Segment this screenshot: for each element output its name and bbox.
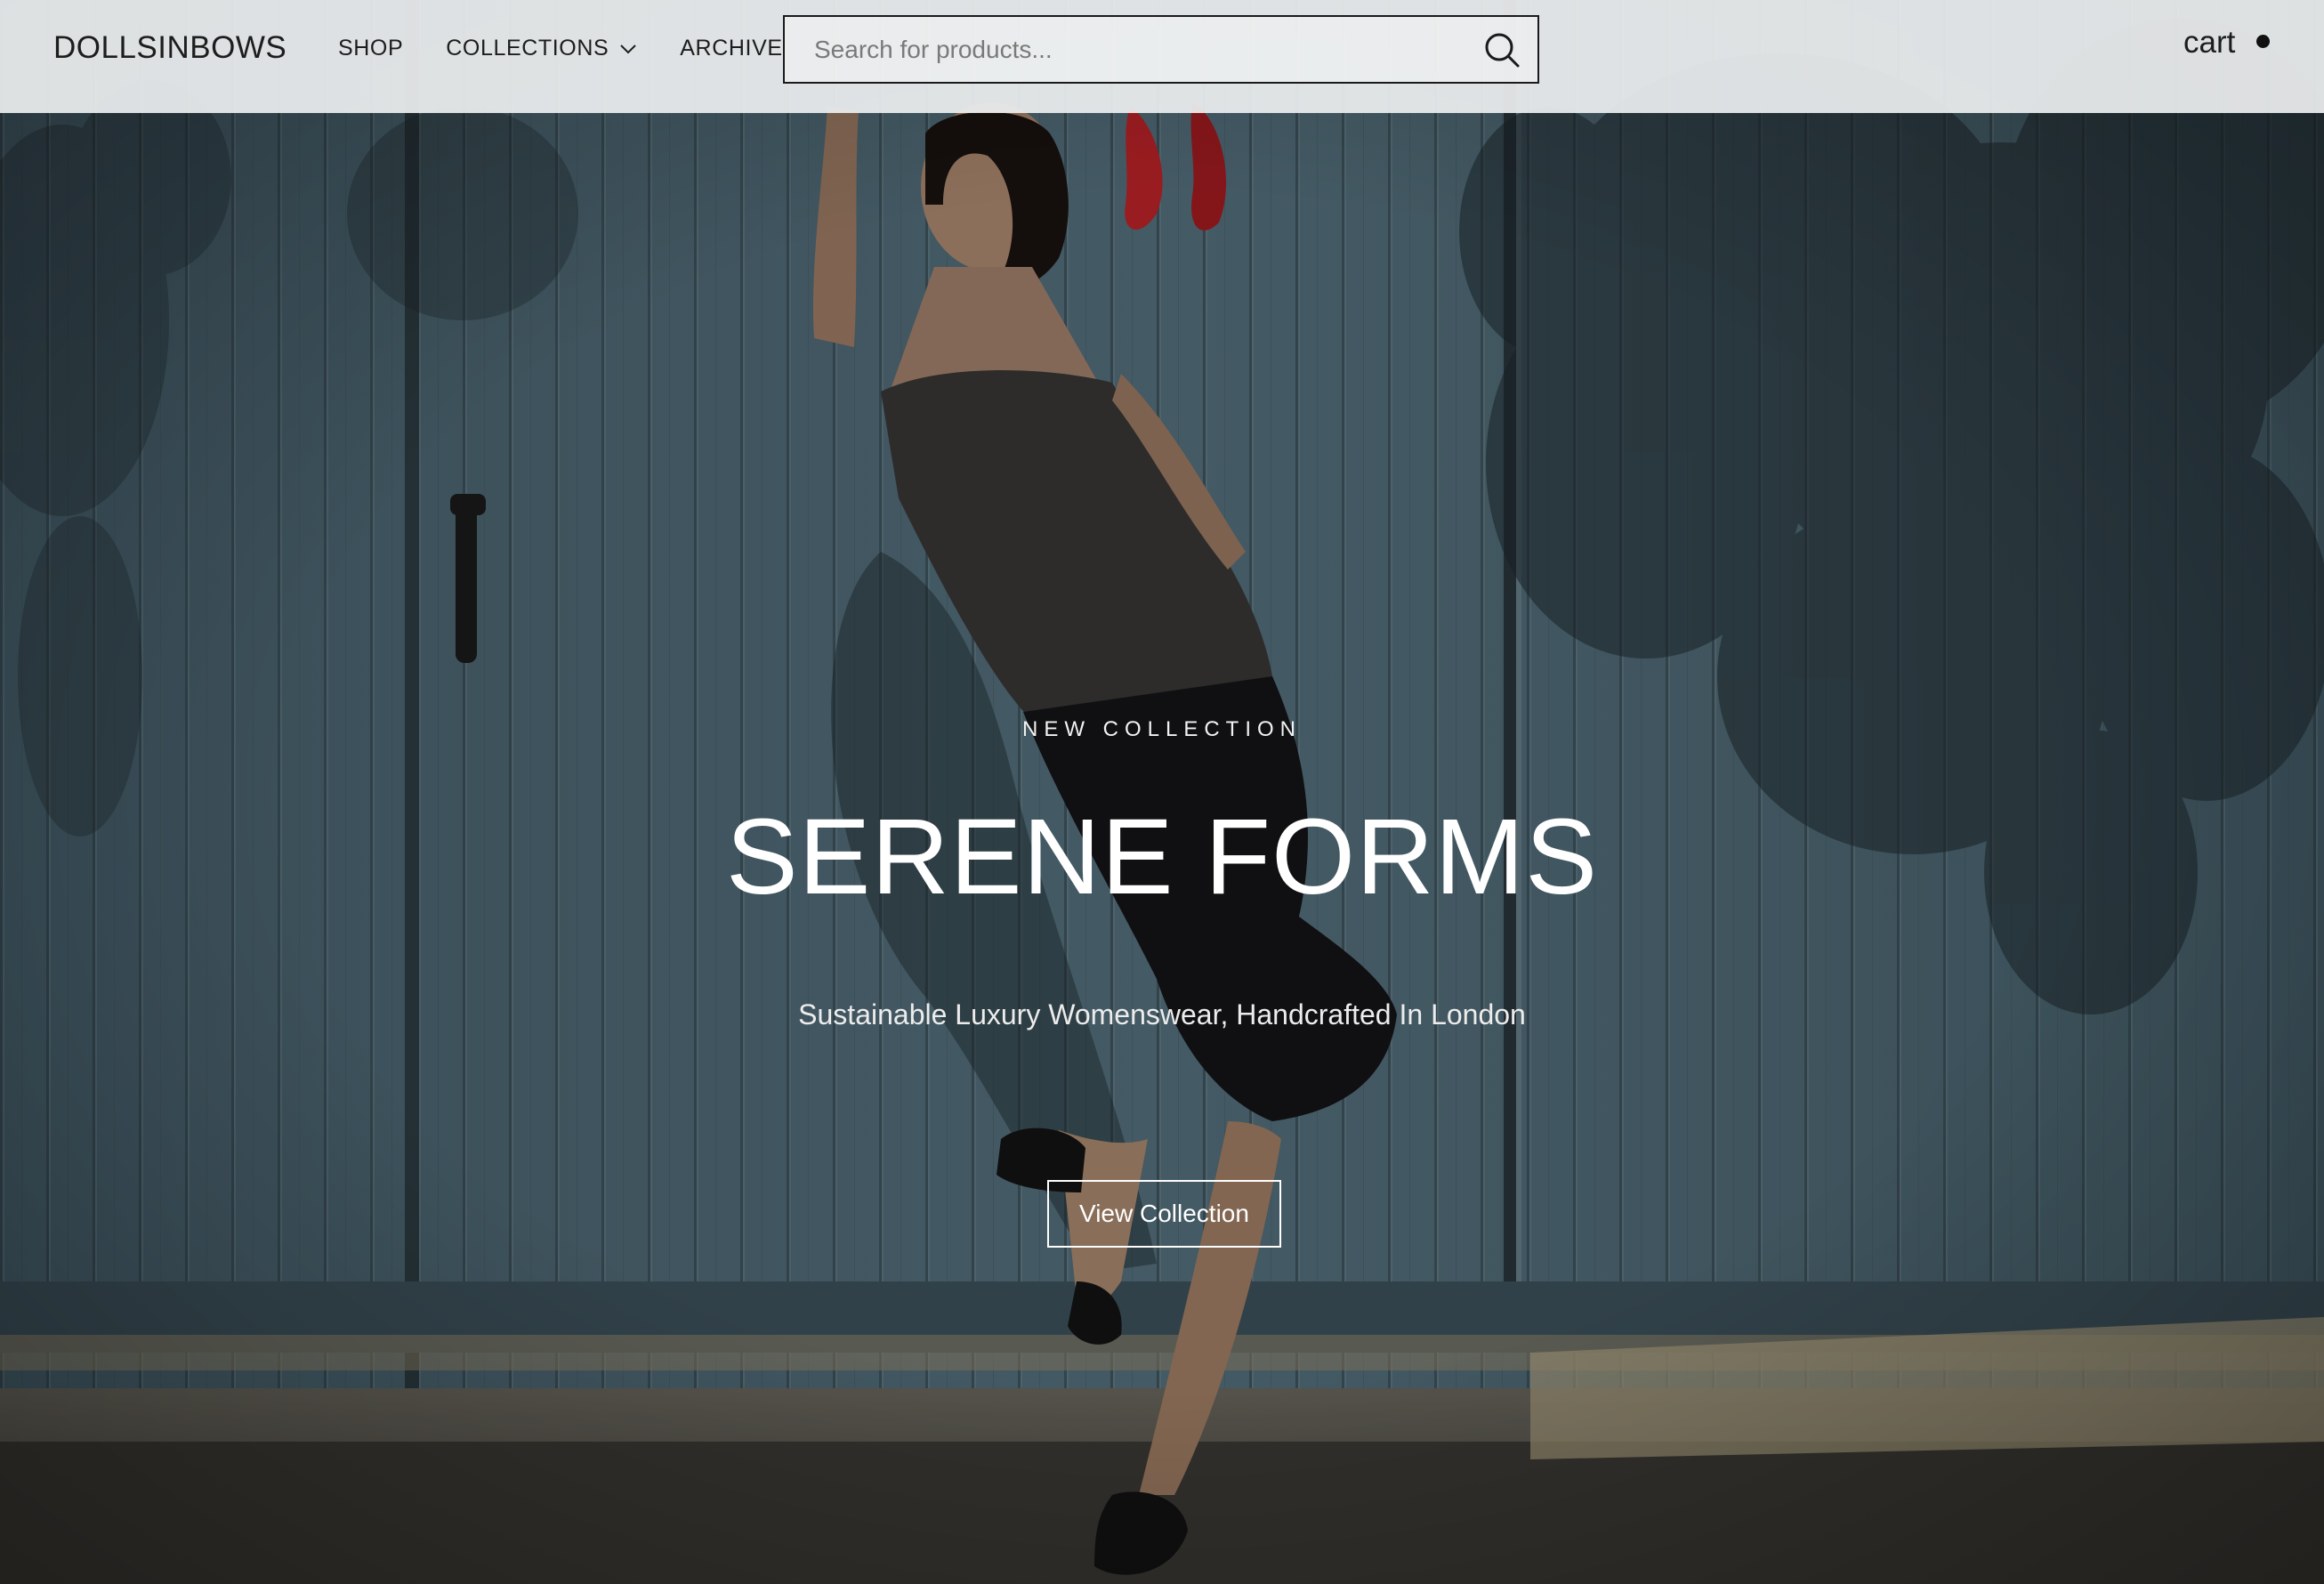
cta-label: View Collection	[1079, 1200, 1249, 1227]
hero-title: SERENE FORMS	[725, 796, 1599, 917]
hero-subtitle: Sustainable Luxury Womenswear, Handcraft…	[798, 998, 1526, 1030]
hero-eyebrow: NEW COLLECTION	[1021, 717, 1303, 741]
view-collection-button[interactable]: View Collection	[1047, 1180, 1281, 1248]
hero-section: NEW COLLECTION SERENE FORMS Sustainable …	[0, 0, 2324, 1584]
page: DOLLSINBOWS SHOP COLLECTIONS ARCHIVE Sea…	[0, 0, 2324, 1584]
